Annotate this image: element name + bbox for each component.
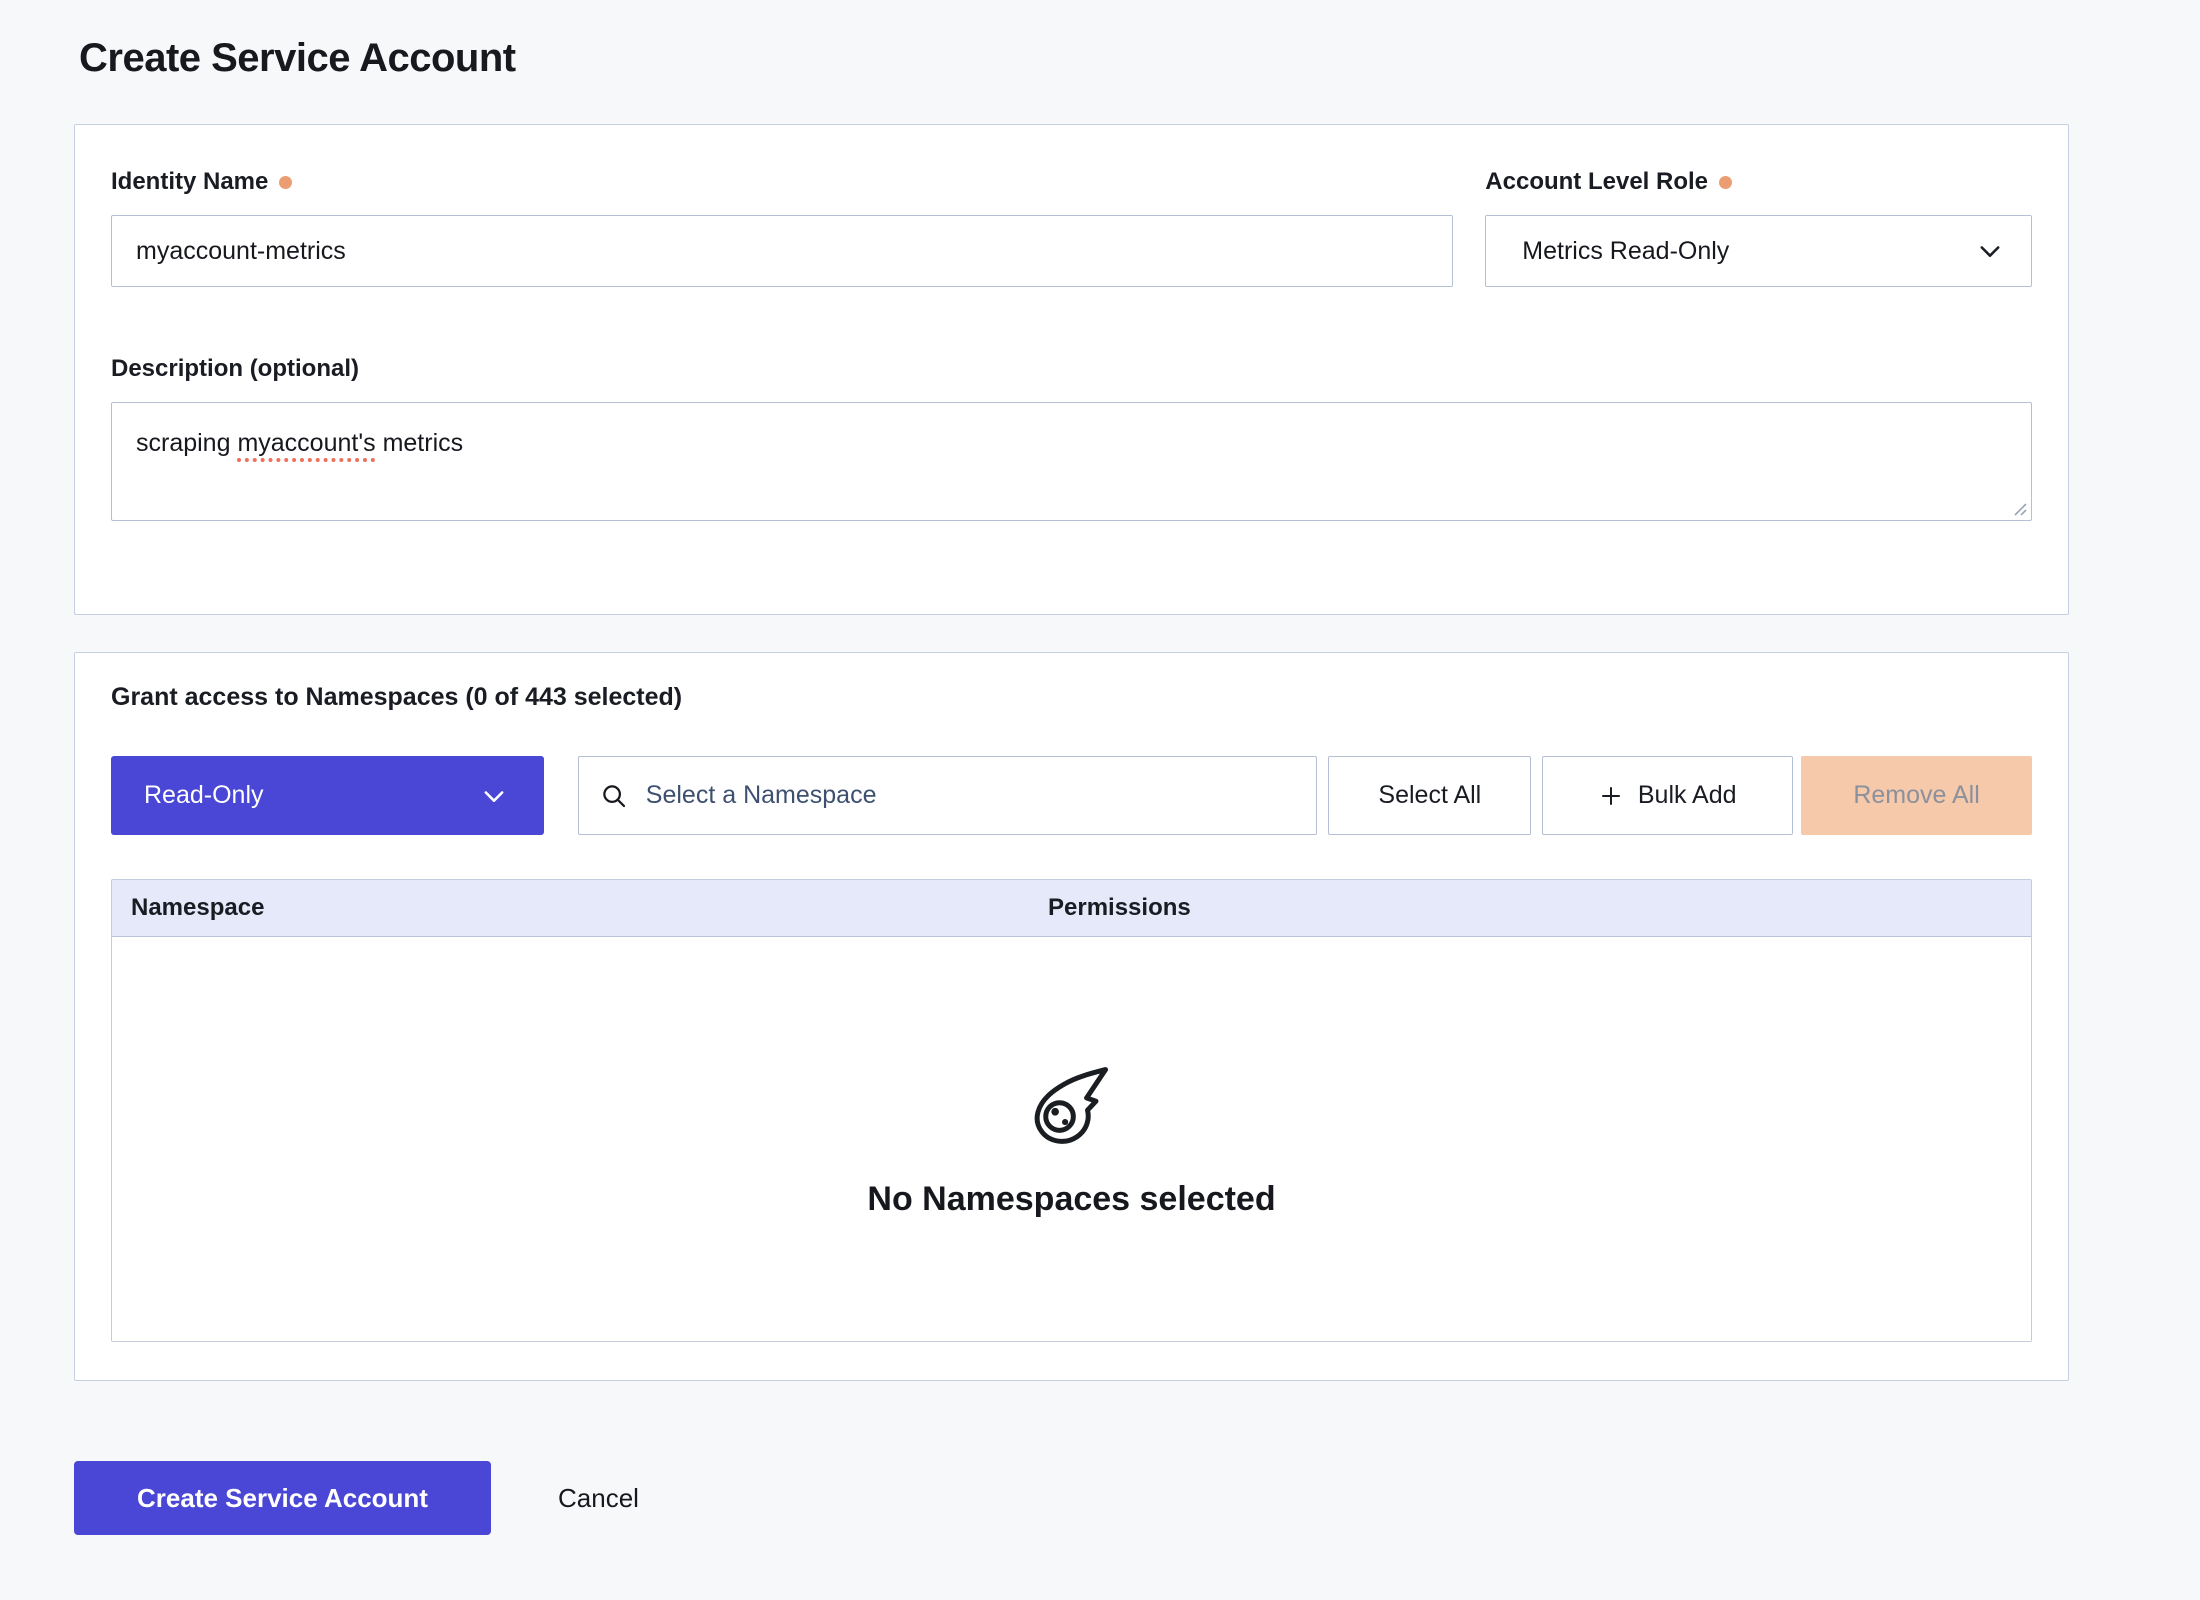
namespaces-table-body: No Namespaces selected xyxy=(112,937,2031,1341)
bulk-add-label: Bulk Add xyxy=(1638,781,1737,810)
chevron-down-icon xyxy=(480,782,508,810)
create-service-account-page: Create Service Account Identity Name Acc… xyxy=(0,0,2200,1535)
select-all-button[interactable]: Select All xyxy=(1328,756,1531,835)
identity-name-label-text: Identity Name xyxy=(111,168,268,196)
required-indicator xyxy=(279,176,292,189)
remove-all-button[interactable]: Remove All xyxy=(1801,756,2032,835)
permission-role-value: Read-Only xyxy=(144,781,264,810)
empty-state-text: No Namespaces selected xyxy=(867,1180,1275,1219)
chevron-down-icon xyxy=(1976,237,2004,265)
description-textarea[interactable]: scraping myaccount's metrics xyxy=(111,402,2032,521)
account-level-role-label: Account Level Role xyxy=(1485,168,2032,196)
namespaces-card: Grant access to Namespaces (0 of 443 sel… xyxy=(74,652,2069,1381)
namespaces-table-header: Namespace Permissions xyxy=(112,880,2031,937)
namespace-search-input[interactable] xyxy=(646,781,1297,810)
description-text-part1: scraping xyxy=(136,429,237,457)
search-icon xyxy=(599,781,629,811)
service-account-form-card: Identity Name Account Level Role Metrics… xyxy=(74,124,2069,615)
description-label-text: Description (optional) xyxy=(111,355,359,383)
cancel-button[interactable]: Cancel xyxy=(558,1483,639,1514)
account-level-role-value: Metrics Read-Only xyxy=(1522,237,1729,266)
namespaces-table: Namespace Permissions No Namespaces sele… xyxy=(111,879,2032,1342)
required-indicator xyxy=(1719,176,1732,189)
page-title: Create Service Account xyxy=(79,36,2069,81)
create-service-account-button[interactable]: Create Service Account xyxy=(74,1461,491,1535)
permission-role-dropdown[interactable]: Read-Only xyxy=(111,756,544,835)
namespace-search[interactable] xyxy=(578,756,1318,835)
column-header-namespace: Namespace xyxy=(112,894,1048,922)
namespaces-section-title: Grant access to Namespaces (0 of 443 sel… xyxy=(111,683,2032,712)
identity-name-input[interactable] xyxy=(111,215,1453,287)
bulk-add-button[interactable]: Bulk Add xyxy=(1542,756,1793,835)
comet-icon xyxy=(1026,1060,1118,1152)
footer-actions: Create Service Account Cancel xyxy=(74,1461,2069,1535)
description-label: Description (optional) xyxy=(111,355,2032,383)
identity-name-label: Identity Name xyxy=(111,168,1453,196)
account-level-role-select[interactable]: Metrics Read-Only xyxy=(1485,215,2032,287)
description-text-part2: metrics xyxy=(376,429,464,457)
column-header-permissions: Permissions xyxy=(1048,894,1191,922)
account-level-role-label-text: Account Level Role xyxy=(1485,168,1708,196)
plus-icon xyxy=(1599,784,1623,808)
textarea-resize-handle[interactable] xyxy=(2012,501,2027,516)
namespaces-toolbar: Read-Only Select All Bulk Add Remove All xyxy=(111,756,2032,835)
description-misspelled-word: myaccount's xyxy=(237,429,375,457)
